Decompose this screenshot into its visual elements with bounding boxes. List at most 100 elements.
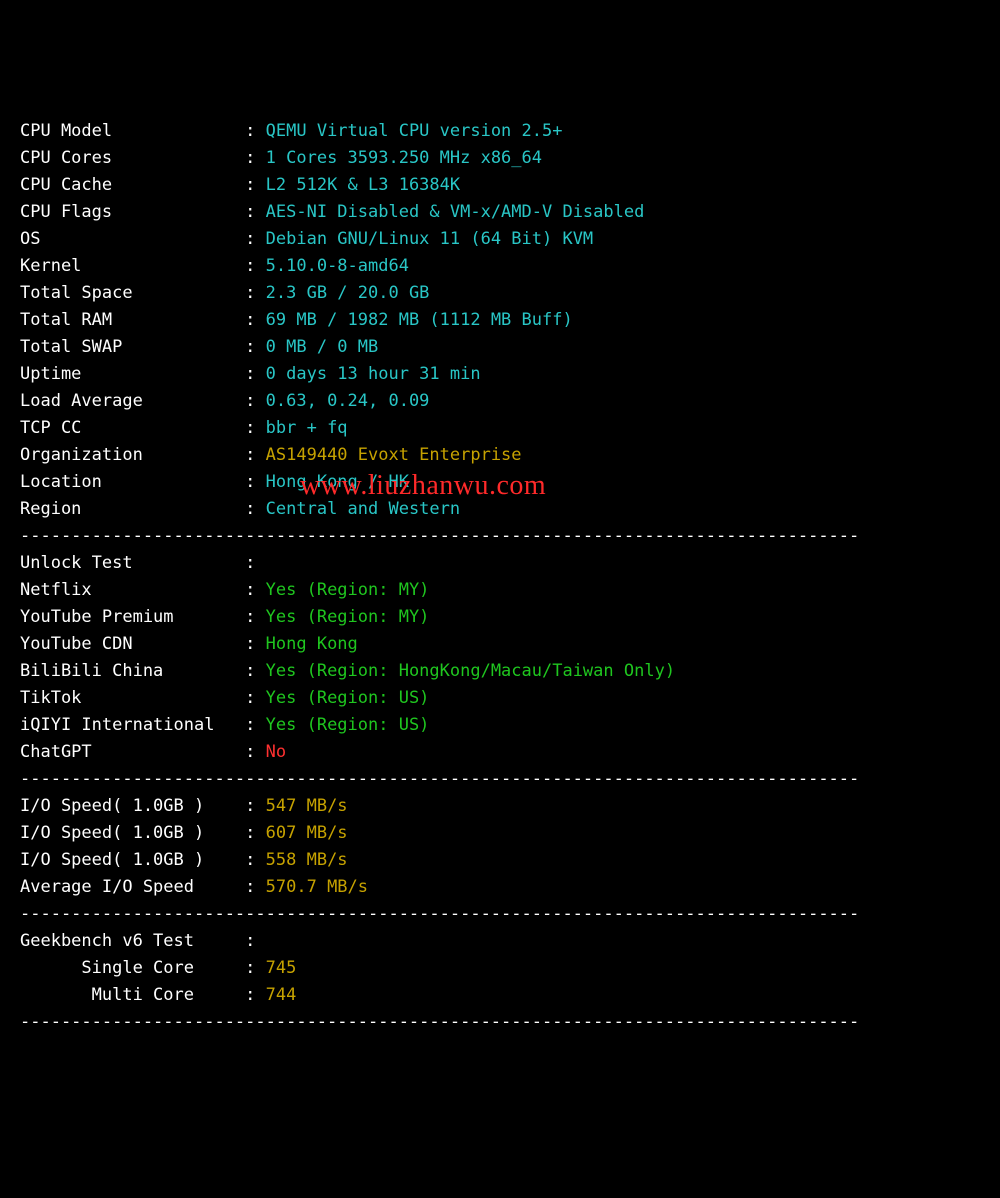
row-label: iQIYI International [20, 712, 245, 739]
row-label: Kernel [20, 253, 245, 280]
row-value: 0 MB / 0 MB [266, 337, 379, 357]
row-separator: : [245, 121, 265, 141]
row-separator: : [245, 661, 265, 681]
row-separator: : [245, 499, 265, 519]
row-separator: : [245, 310, 265, 330]
output-row: Uptime : 0 days 13 hour 31 min [20, 361, 1000, 388]
row-label: Multi Core [20, 982, 245, 1009]
row-separator: : [245, 364, 265, 384]
output-row: Total Space : 2.3 GB / 20.0 GB [20, 280, 1000, 307]
output-row: Multi Core : 744 [20, 982, 1000, 1009]
row-value: 570.7 MB/s [266, 877, 368, 897]
output-row: ChatGPT : No [20, 739, 1000, 766]
row-separator: : [245, 418, 265, 438]
row-separator: : [245, 688, 265, 708]
row-separator: : [245, 202, 265, 222]
row-value: Yes (Region: MY) [266, 607, 430, 627]
row-value: 0.63, 0.24, 0.09 [266, 391, 430, 411]
output-row: CPU Model : QEMU Virtual CPU version 2.5… [20, 118, 1000, 145]
row-label: I/O Speed( 1.0GB ) [20, 847, 245, 874]
row-label: Average I/O Speed [20, 874, 245, 901]
row-label: Netflix [20, 577, 245, 604]
row-value: Hong Kong [266, 634, 358, 654]
output-row: Total RAM : 69 MB / 1982 MB (1112 MB Buf… [20, 307, 1000, 334]
output-row: Average I/O Speed : 570.7 MB/s [20, 874, 1000, 901]
row-separator: : [245, 607, 265, 627]
output-row: Organization : AS149440 Evoxt Enterprise [20, 442, 1000, 469]
output-row: Region : Central and Western [20, 496, 1000, 523]
row-label: Total SWAP [20, 334, 245, 361]
row-label: Total Space [20, 280, 245, 307]
row-value: bbr + fq [266, 418, 348, 438]
row-label: Uptime [20, 361, 245, 388]
row-label: Load Average [20, 388, 245, 415]
row-separator: : [245, 445, 265, 465]
output-row: YouTube Premium : Yes (Region: MY) [20, 604, 1000, 631]
row-label: Region [20, 496, 245, 523]
row-separator: : [245, 391, 265, 411]
row-value: 547 MB/s [266, 796, 348, 816]
row-separator: : [245, 634, 265, 654]
output-row: CPU Cores : 1 Cores 3593.250 MHz x86_64 [20, 145, 1000, 172]
row-value: No [266, 742, 286, 762]
row-label: Organization [20, 442, 245, 469]
row-separator: : [245, 958, 265, 978]
row-separator: : [245, 715, 265, 735]
output-row: Location : Hong Kong / HK [20, 469, 1000, 496]
output-row: Total SWAP : 0 MB / 0 MB [20, 334, 1000, 361]
row-separator: : [245, 580, 265, 600]
row-separator: : [245, 229, 265, 249]
row-separator: : [245, 472, 265, 492]
output-row: Unlock Test : [20, 550, 1000, 577]
output-row: iQIYI International : Yes (Region: US) [20, 712, 1000, 739]
row-separator: : [245, 823, 265, 843]
row-label: TCP CC [20, 415, 245, 442]
row-value: 558 MB/s [266, 850, 348, 870]
row-separator: : [245, 931, 265, 951]
row-value: Hong Kong / HK [266, 472, 409, 492]
output-row: I/O Speed( 1.0GB ) : 607 MB/s [20, 820, 1000, 847]
row-value: 5.10.0-8-amd64 [266, 256, 409, 276]
output-row: I/O Speed( 1.0GB ) : 558 MB/s [20, 847, 1000, 874]
output-row: TikTok : Yes (Region: US) [20, 685, 1000, 712]
output-row: YouTube CDN : Hong Kong [20, 631, 1000, 658]
row-value: AS149440 Evoxt Enterprise [266, 445, 522, 465]
row-value: 0 days 13 hour 31 min [266, 364, 481, 384]
row-value: 1 Cores 3593.250 MHz x86_64 [266, 148, 542, 168]
row-separator: : [245, 985, 265, 1005]
row-value: Yes (Region: US) [266, 688, 430, 708]
output-row: CPU Cache : L2 512K & L3 16384K [20, 172, 1000, 199]
row-value: Debian GNU/Linux 11 (64 Bit) KVM [266, 229, 594, 249]
row-label: Total RAM [20, 307, 245, 334]
section-divider: ----------------------------------------… [20, 1009, 1000, 1036]
row-value: 744 [266, 985, 297, 1005]
output-row: BiliBili China : Yes (Region: HongKong/M… [20, 658, 1000, 685]
row-value: Yes (Region: MY) [266, 580, 430, 600]
row-label: TikTok [20, 685, 245, 712]
row-label: Location [20, 469, 245, 496]
row-value: Yes (Region: HongKong/Macau/Taiwan Only) [266, 661, 675, 681]
row-label: Single Core [20, 955, 245, 982]
output-row: Kernel : 5.10.0-8-amd64 [20, 253, 1000, 280]
output-row: Load Average : 0.63, 0.24, 0.09 [20, 388, 1000, 415]
row-value: L2 512K & L3 16384K [266, 175, 460, 195]
row-separator: : [245, 796, 265, 816]
section-divider: ----------------------------------------… [20, 523, 1000, 550]
row-separator: : [245, 256, 265, 276]
output-row: Single Core : 745 [20, 955, 1000, 982]
row-label: YouTube CDN [20, 631, 245, 658]
row-label: I/O Speed( 1.0GB ) [20, 820, 245, 847]
row-value: 2.3 GB / 20.0 GB [266, 283, 430, 303]
row-value: 69 MB / 1982 MB (1112 MB Buff) [266, 310, 573, 330]
row-label: Unlock Test [20, 550, 245, 577]
row-value: Yes (Region: US) [266, 715, 430, 735]
terminal-output: CPU Model : QEMU Virtual CPU version 2.5… [20, 118, 1000, 1036]
row-separator: : [245, 850, 265, 870]
row-separator: : [245, 283, 265, 303]
row-label: CPU Flags [20, 199, 245, 226]
row-separator: : [245, 553, 265, 573]
row-label: CPU Cores [20, 145, 245, 172]
row-value: Central and Western [266, 499, 460, 519]
output-row: Geekbench v6 Test : [20, 928, 1000, 955]
row-value: AES-NI Disabled & VM-x/AMD-V Disabled [266, 202, 645, 222]
